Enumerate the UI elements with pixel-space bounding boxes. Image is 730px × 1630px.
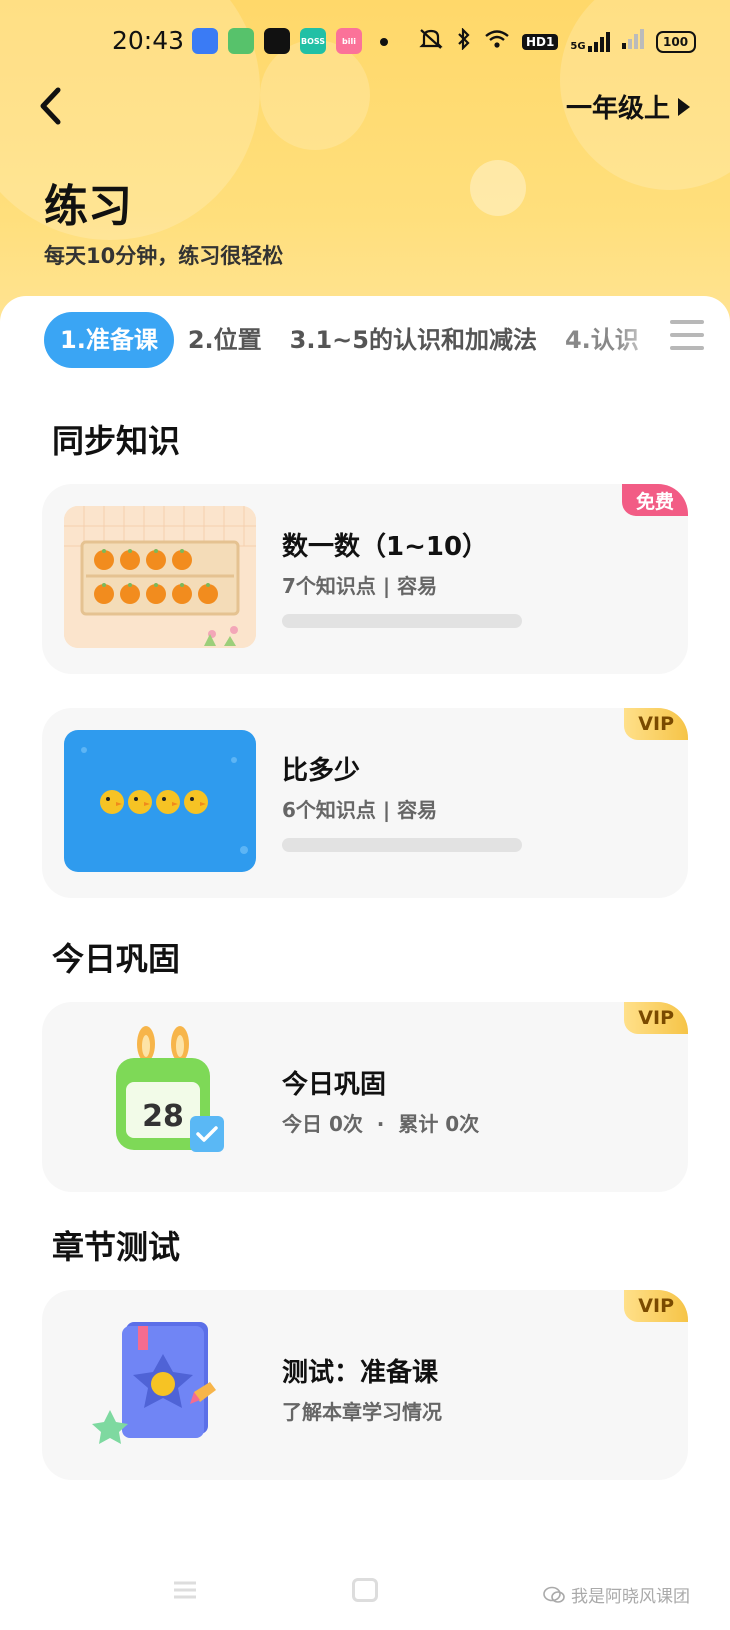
test-book-icon xyxy=(64,1312,256,1454)
watermark-text: 我是阿晓风课团 xyxy=(571,1587,690,1607)
hd-icon: HD1 xyxy=(522,34,559,50)
signal-weak-icon xyxy=(621,29,644,55)
lesson-title: 比多少 xyxy=(282,756,361,786)
vip-badge: VIP xyxy=(624,708,688,740)
test-title: 测试：准备课 xyxy=(282,1358,439,1388)
tab-chapter-2[interactable]: 2.位置 xyxy=(174,312,276,368)
lesson-meta: 6个知识点 | 容易 xyxy=(282,798,438,822)
chevron-left-icon xyxy=(40,87,61,125)
bluetooth-icon xyxy=(456,27,472,56)
svg-text:28: 28 xyxy=(142,1099,184,1134)
chapter-tabs: 1.准备课 2.位置 3.1~5的认识和加减法 4.认识 xyxy=(44,312,704,368)
tab-chapter-3[interactable]: 3.1~5的认识和加减法 xyxy=(276,312,551,368)
decor-circle xyxy=(470,160,526,216)
battery-icon: 100 xyxy=(655,31,696,53)
mute-bell-icon xyxy=(418,28,444,56)
section-title-test: 章节测试 xyxy=(52,1228,181,1266)
tabs-fade-overlay xyxy=(616,312,666,368)
free-badge: 免费 xyxy=(621,484,688,516)
tab-chapter-1[interactable]: 1.准备课 xyxy=(44,312,174,368)
watermark: 我是阿晓风课团 xyxy=(543,1582,690,1607)
menu-line xyxy=(670,346,704,350)
review-stats: 今日 0次 · 累计 0次 xyxy=(282,1112,480,1136)
wechat-icon xyxy=(264,28,290,54)
test-description: 了解本章学习情况 xyxy=(282,1400,442,1424)
page-title: 练习 xyxy=(44,181,132,232)
section-title-sync: 同步知识 xyxy=(52,422,181,460)
lesson-card-compare[interactable]: 比多少 6个知识点 | 容易 VIP xyxy=(42,708,688,898)
chapter-menu-button[interactable] xyxy=(670,320,704,350)
menu-line xyxy=(670,333,704,337)
vip-badge: VIP xyxy=(624,1002,688,1034)
caret-right-icon xyxy=(678,97,690,116)
lesson-progress-bar xyxy=(282,614,522,628)
lesson-progress-bar xyxy=(282,838,522,852)
section-title-review: 今日巩固 xyxy=(52,940,181,978)
lesson-meta: 7个知识点 | 容易 xyxy=(282,574,438,598)
app-icon-2 xyxy=(228,28,254,54)
calendar-icon: 28 xyxy=(64,1024,256,1166)
grade-selector[interactable]: 一年级上 xyxy=(566,88,690,125)
system-icons: HD1 5G 100 xyxy=(418,27,696,56)
boss-app-icon: BOSS xyxy=(300,28,326,54)
lesson-card-count[interactable]: 数一数（1~10） 7个知识点 | 容易 免费 xyxy=(42,484,688,674)
status-bar: 20:43 BOSS bili HD1 5G 100 xyxy=(0,18,730,66)
nav-home-icon[interactable] xyxy=(352,1578,378,1602)
review-title: 今日巩固 xyxy=(282,1070,387,1100)
review-card[interactable]: 28 今日巩固 今日 0次 · 累计 0次 VIP xyxy=(42,1002,688,1192)
chapter-test-card[interactable]: 测试：准备课 了解本章学习情况 VIP xyxy=(42,1290,688,1480)
app-icon-1 xyxy=(192,28,218,54)
lesson-thumbnail-oranges xyxy=(64,506,256,648)
lesson-thumbnail-chicks xyxy=(64,730,256,872)
bilibili-app-icon: bili xyxy=(336,28,362,54)
wechat-watermark-icon xyxy=(543,1586,565,1603)
nav-menu-icon[interactable] xyxy=(172,1578,198,1602)
signal-5g-icon: 5G xyxy=(570,32,610,52)
notification-app-icons: BOSS bili xyxy=(192,28,362,54)
back-button[interactable] xyxy=(30,82,70,130)
page-subtitle: 每天10分钟，练习很轻松 xyxy=(44,244,284,268)
menu-line xyxy=(670,320,704,324)
vip-badge: VIP xyxy=(624,1290,688,1322)
grade-label: 一年级上 xyxy=(565,94,670,124)
lesson-title: 数一数（1~10） xyxy=(282,532,489,562)
content-sheet: 1.准备课 2.位置 3.1~5的认识和加减法 4.认识 同步知识 数一数（1~… xyxy=(0,296,730,1630)
status-time: 20:43 xyxy=(112,26,185,55)
wifi-icon xyxy=(484,29,510,55)
more-dot-icon xyxy=(380,38,388,46)
